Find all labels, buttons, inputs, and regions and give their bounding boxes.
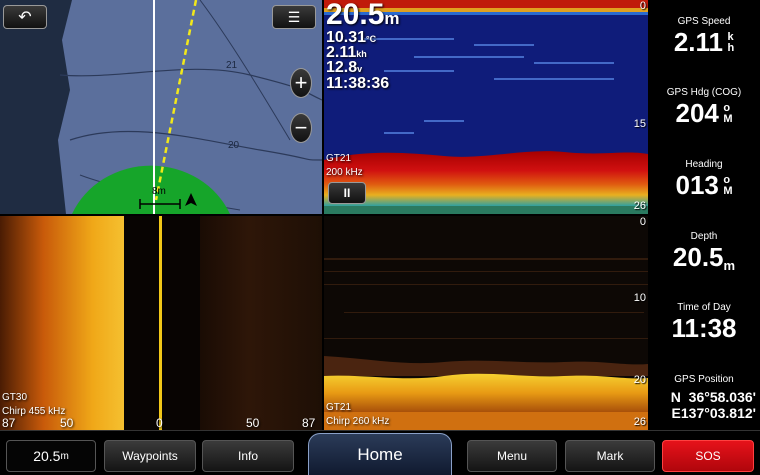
depth-field[interactable]: Depth 20.5m — [648, 231, 760, 273]
gps-longitude: E137°03.812' — [671, 405, 756, 421]
zoom-in-icon: + — [294, 70, 308, 95]
chirp-scale-20: 20 — [633, 374, 646, 386]
traditional-sonar-pane[interactable]: 20.5m 10.31°C 2.11kh 12.8v 11:38:36 GT21… — [324, 0, 648, 214]
gps-latitude: N 36°58.036' — [670, 389, 756, 405]
depth-label: Depth — [690, 231, 718, 242]
sonar-transducer-label: GT21 — [326, 153, 352, 164]
range-label-left-mid: 50 — [60, 416, 74, 430]
data-sidebar: GPS Speed 2.11 kh GPS Hdg (COG) 204 oM H… — [648, 0, 760, 430]
gps-position-label: GPS Position — [674, 374, 734, 385]
sonar-frequency-label: 200 kHz — [326, 167, 363, 178]
waypoints-button[interactable]: Waypoints — [104, 440, 196, 472]
mark-button[interactable]: Mark — [565, 440, 655, 472]
back-arrow-icon: ↶ — [18, 9, 32, 26]
sidevu-transducer-label: GT30 — [2, 392, 28, 403]
depth-button[interactable]: 20.5 m — [6, 440, 96, 472]
chirp-transducer-label: GT21 — [326, 402, 352, 413]
chirp-scale-26: 26 — [633, 416, 646, 428]
pause-button[interactable]: II — [328, 182, 366, 204]
time-of-day-value: 11:38 — [671, 313, 737, 343]
contour-label-21: 21 — [226, 60, 238, 71]
chirp-sonar-image — [324, 258, 648, 430]
layer-menu-icon: ☰ — [287, 8, 301, 25]
chart-menu-button[interactable]: ☰ — [272, 5, 316, 29]
menu-button[interactable]: Menu — [467, 440, 557, 472]
range-label-left-far: 87 — [2, 416, 16, 430]
chirp-frequency-label: Chirp 260 kHz — [326, 416, 390, 427]
map-scale-label: 8m — [152, 186, 166, 197]
contour-label-20: 20 — [228, 140, 240, 151]
time-of-day-field[interactable]: Time of Day 11:38 — [648, 302, 760, 344]
chirp-sonar-pane[interactable]: GT21 Chirp 260 kHz 0 10 20 26 — [324, 216, 648, 430]
gps-heading-field[interactable]: GPS Hdg (COG) 204 oM — [648, 87, 760, 129]
gps-speed-field[interactable]: GPS Speed 2.11 kh — [648, 16, 760, 58]
pause-icon: II — [343, 186, 351, 200]
range-label-center: 0 — [156, 416, 163, 430]
gps-heading-label: GPS Hdg (COG) — [666, 87, 742, 98]
gps-speed-label: GPS Speed — [677, 16, 731, 27]
depth-value: 20.5 — [672, 242, 724, 272]
sidevu-sonar-pane[interactable]: GT30 Chirp 455 kHz 87 50 0 50 87 — [0, 216, 322, 430]
depth-unit: m — [723, 258, 736, 273]
sos-button[interactable]: SOS — [662, 440, 754, 472]
chirp-scale-10: 10 — [633, 292, 646, 304]
depth-scale-top: 0 — [639, 0, 646, 12]
depth-scale-bottom: 26 — [633, 200, 646, 212]
gps-speed-value: 2.11 — [673, 27, 723, 57]
gps-position-field[interactable]: GPS Position N 36°58.036' E137°03.812' — [648, 374, 760, 421]
heading-field[interactable]: Heading 013 oM — [648, 159, 760, 201]
sidevu-image — [0, 216, 322, 430]
home-button[interactable]: Home — [308, 433, 452, 475]
depth-button-unit: m — [60, 450, 69, 462]
heading-unit: oM — [723, 173, 733, 197]
depth-button-value: 20.5 — [33, 448, 61, 464]
zoom-in-button[interactable]: + — [290, 68, 312, 98]
range-label-right-mid: 50 — [246, 416, 260, 430]
chart-pane[interactable]: 21 20 8m ↶ ☰ + − — [0, 0, 322, 214]
gps-heading-value: 204 — [675, 98, 719, 128]
sonar-time-readout: 11:38:36 — [326, 75, 390, 92]
chirp-scale-0: 0 — [639, 216, 646, 228]
zoom-out-button[interactable]: − — [290, 113, 312, 143]
zoom-out-icon: − — [294, 115, 308, 140]
gps-speed-unit: kh — [727, 30, 735, 54]
depth-scale-mid: 15 — [633, 118, 646, 130]
chart-map — [0, 0, 322, 214]
back-button[interactable]: ↶ — [3, 5, 47, 29]
heading-label: Heading — [685, 159, 723, 170]
info-button[interactable]: Info — [202, 440, 294, 472]
time-of-day-label: Time of Day — [677, 302, 731, 313]
heading-value: 013 — [675, 170, 719, 200]
range-label-right-far: 87 — [302, 416, 316, 430]
gps-heading-unit: oM — [723, 101, 733, 125]
